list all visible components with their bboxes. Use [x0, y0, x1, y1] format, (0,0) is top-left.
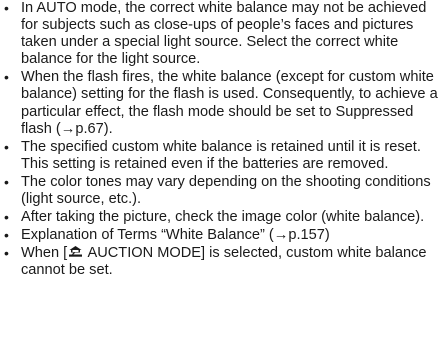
auction-mode-icon [69, 246, 83, 258]
note-text: In AUTO mode, the correct white balance … [21, 0, 427, 68]
note-item: • When [ AUCTION MODE] is selected, cust… [4, 245, 440, 279]
note-text: The color tones may vary depending on th… [21, 173, 431, 208]
note-item: • The specified custom white balance is … [4, 139, 440, 173]
note-item: • The color tones may vary depending on … [4, 174, 440, 208]
bullet: • [4, 245, 9, 262]
bullet: • [4, 209, 9, 226]
note-item: • When the flash fires, the white balanc… [4, 69, 440, 137]
bullet: • [4, 138, 9, 155]
bullet: • [4, 0, 9, 16]
bullet: • [4, 69, 9, 86]
note-item: • Explanation of Terms “White Balance” (… [4, 227, 440, 244]
notes-list: • In AUTO mode, the correct white balanc… [4, 0, 440, 281]
bullet: • [4, 173, 9, 190]
note-text: The specified custom white balance is re… [21, 138, 421, 172]
note-text: Explanation of Terms “White Balance” (→p… [21, 227, 330, 244]
note-text: When [ AUCTION MODE] is selected, custom… [21, 245, 440, 279]
note-text: When the flash fires, the white balance … [21, 69, 438, 137]
note-item: • In AUTO mode, the correct white balanc… [4, 0, 440, 68]
note-text-before: When [ [21, 245, 68, 262]
note-text: After taking the picture, check the imag… [21, 209, 425, 226]
note-item: • After taking the picture, check the im… [4, 209, 440, 226]
bullet: • [4, 227, 9, 244]
